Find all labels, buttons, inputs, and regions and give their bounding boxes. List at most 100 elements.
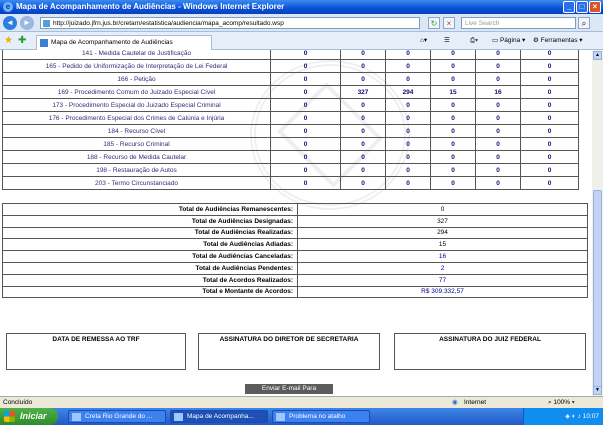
procedure-value: 0 xyxy=(270,163,341,177)
table-row: 165 - Pedido de Uniformização de Interpr… xyxy=(2,59,579,73)
procedure-value: 0 xyxy=(340,163,386,177)
procedure-value: 0 xyxy=(520,98,579,112)
summary-value: 16 xyxy=(297,250,588,263)
procedure-value: 0 xyxy=(475,59,521,73)
add-favorite-icon[interactable]: ✚ xyxy=(18,35,26,47)
zoom-level[interactable]: ⌕ 100% ▾ xyxy=(548,397,575,408)
vertical-scrollbar[interactable]: ▲ ▼ xyxy=(592,50,603,396)
summary-value: 294 xyxy=(297,226,588,240)
task-problema[interactable]: Problema no atalho xyxy=(272,410,370,423)
summary-value: 15 xyxy=(297,238,588,252)
stop-button[interactable]: × xyxy=(443,17,455,29)
procedure-name: 166 - Petição xyxy=(2,72,271,86)
procedure-value: 0 xyxy=(520,59,579,73)
summary-label: Total de Audiências Canceladas: xyxy=(2,250,298,263)
procedure-value: 0 xyxy=(385,98,431,112)
tools-menu[interactable]: ⚙ Ferramentas ▾ xyxy=(533,35,583,47)
director-signature-box: ASSINATURA DO DIRETOR DE SECRETARIA xyxy=(198,333,380,370)
back-button[interactable]: ◄ xyxy=(3,16,17,30)
procedure-value: 0 xyxy=(430,163,476,177)
summary-label: Total de Audiências Remanescentes: xyxy=(2,203,298,216)
summary-value: 0 xyxy=(297,203,588,216)
forward-button[interactable]: ► xyxy=(20,16,34,30)
tab-mapa[interactable]: Mapa de Acompanhamento de Audiências xyxy=(36,35,212,50)
table-row: 185 - Recurso Criminal 0 0 0 0 0 0 xyxy=(2,137,579,151)
close-button[interactable]: × xyxy=(589,1,601,13)
procedure-value: 0 xyxy=(520,111,579,125)
procedure-value: 0 xyxy=(520,163,579,177)
address-bar-row: ◄ ► http://juizado.jfrn.jus.br/cretarn/e… xyxy=(0,14,603,32)
procedure-value: 0 xyxy=(340,137,386,151)
signature-area: DATA DE REMESSA AO TRF ASSINATURA DO DIR… xyxy=(6,333,586,370)
judge-signature-box: ASSINATURA DO JUIZ FEDERAL xyxy=(394,333,586,370)
feeds-icon[interactable]: ☰ xyxy=(444,35,450,47)
procedure-name: 176 - Procedimento Especial dos Crimes d… xyxy=(2,111,271,125)
procedure-name: 173 - Procedimento Especial do Juizado E… xyxy=(2,98,271,112)
address-field[interactable]: http://juizado.jfrn.jus.br/cretarn/estat… xyxy=(40,17,420,29)
procedure-value: 0 xyxy=(385,111,431,125)
tray-icons[interactable]: ◈ ◐ ♪ xyxy=(565,413,583,420)
procedure-value: 0 xyxy=(520,50,579,60)
minimize-button[interactable]: _ xyxy=(563,1,575,13)
procedure-value: 0 xyxy=(270,124,341,138)
window-title: Mapa de Acompanhamento de Audiências - W… xyxy=(16,2,285,11)
procedure-value: 0 xyxy=(270,98,341,112)
procedure-value: 0 xyxy=(475,50,521,60)
table-row: 169 - Procedimento Comum do Juizado Espe… xyxy=(2,85,579,99)
refresh-button[interactable]: ↻ xyxy=(428,17,440,29)
window-icon xyxy=(276,413,285,421)
search-input[interactable]: Live Search xyxy=(461,17,576,29)
summary-row: Total de Audiências Designadas: 327 xyxy=(2,214,588,228)
maximize-button[interactable]: □ xyxy=(576,1,588,13)
print-icon[interactable]: ⎙▾ xyxy=(470,35,478,47)
tab-page-icon xyxy=(40,39,48,47)
procedure-value: 0 xyxy=(430,150,476,164)
procedure-value: 0 xyxy=(475,98,521,112)
procedure-value: 0 xyxy=(385,176,431,190)
procedure-value: 0 xyxy=(270,59,341,73)
search-go-icon[interactable]: ⌕ xyxy=(578,17,590,29)
procedure-name: 185 - Recurso Criminal xyxy=(2,137,271,151)
procedure-value: 0 xyxy=(270,50,341,60)
windows-flag-icon xyxy=(4,411,15,422)
procedure-value: 0 xyxy=(430,111,476,125)
task-mapa[interactable]: Mapa de Acompanha... xyxy=(170,410,268,423)
summary-label: Total de Audiências Designadas: xyxy=(2,214,298,228)
summary-row: Total de Acordos Realizados: 77 xyxy=(2,273,588,287)
procedure-value: 0 xyxy=(475,72,521,86)
procedure-value: 0 xyxy=(385,59,431,73)
tab-label: Mapa de Acompanhamento de Audiências xyxy=(51,39,173,46)
procedure-value: 0 xyxy=(430,124,476,138)
summary-row: Total de Audiências Adiadas: 15 xyxy=(2,238,588,252)
start-button[interactable]: Iniciar xyxy=(0,408,58,425)
task-creta[interactable]: Creta Rio Grande do ... xyxy=(68,410,166,423)
scroll-thumb[interactable] xyxy=(593,190,602,390)
table-row: 141 - Medida Cautelar de Justificação 0 0 0… xyxy=(2,50,579,60)
procedure-value: 0 xyxy=(475,176,521,190)
page-menu[interactable]: ▭ Página ▾ xyxy=(492,35,525,47)
zone-text: Internet xyxy=(464,399,487,406)
title-bar: e Mapa de Acompanhamento de Audiências -… xyxy=(0,0,603,14)
trf-date-box: DATA DE REMESSA AO TRF xyxy=(6,333,186,370)
procedure-value: 294 xyxy=(385,85,431,99)
procedure-value: 0 xyxy=(385,150,431,164)
procedure-value: 0 xyxy=(270,150,341,164)
send-email-button[interactable]: Enviar E-mail Para xyxy=(245,384,333,394)
home-icon[interactable]: ⌂▾ xyxy=(420,35,427,47)
procedure-value: 0 xyxy=(475,163,521,177)
procedure-value: 0 xyxy=(340,124,386,138)
scroll-up-icon[interactable]: ▲ xyxy=(593,51,602,60)
favorites-star-icon[interactable]: ★ xyxy=(4,35,13,47)
ie-logo-icon: e xyxy=(3,2,13,12)
summary-label: Total de Audiências Pendentes: xyxy=(2,261,298,275)
window-icon xyxy=(174,413,183,421)
table-row: 184 - Recurso Cível 0 0 0 0 0 0 xyxy=(2,124,579,138)
summary-label: Total de Acordos Realizados: xyxy=(2,273,298,287)
table-row: 188 - Recurso de Medida Cautelar 0 0 0 0 0 0 xyxy=(2,150,579,164)
procedure-value: 15 xyxy=(430,85,476,99)
summary-label: Total de Audiências Realizadas: xyxy=(2,226,298,240)
procedure-name: 169 - Procedimento Comum do Juizado Espe… xyxy=(2,85,271,99)
procedure-name: 184 - Recurso Cível xyxy=(2,124,271,138)
scroll-down-icon[interactable]: ▼ xyxy=(593,386,602,395)
summary-value: R$ 309.332,57 xyxy=(297,285,588,299)
